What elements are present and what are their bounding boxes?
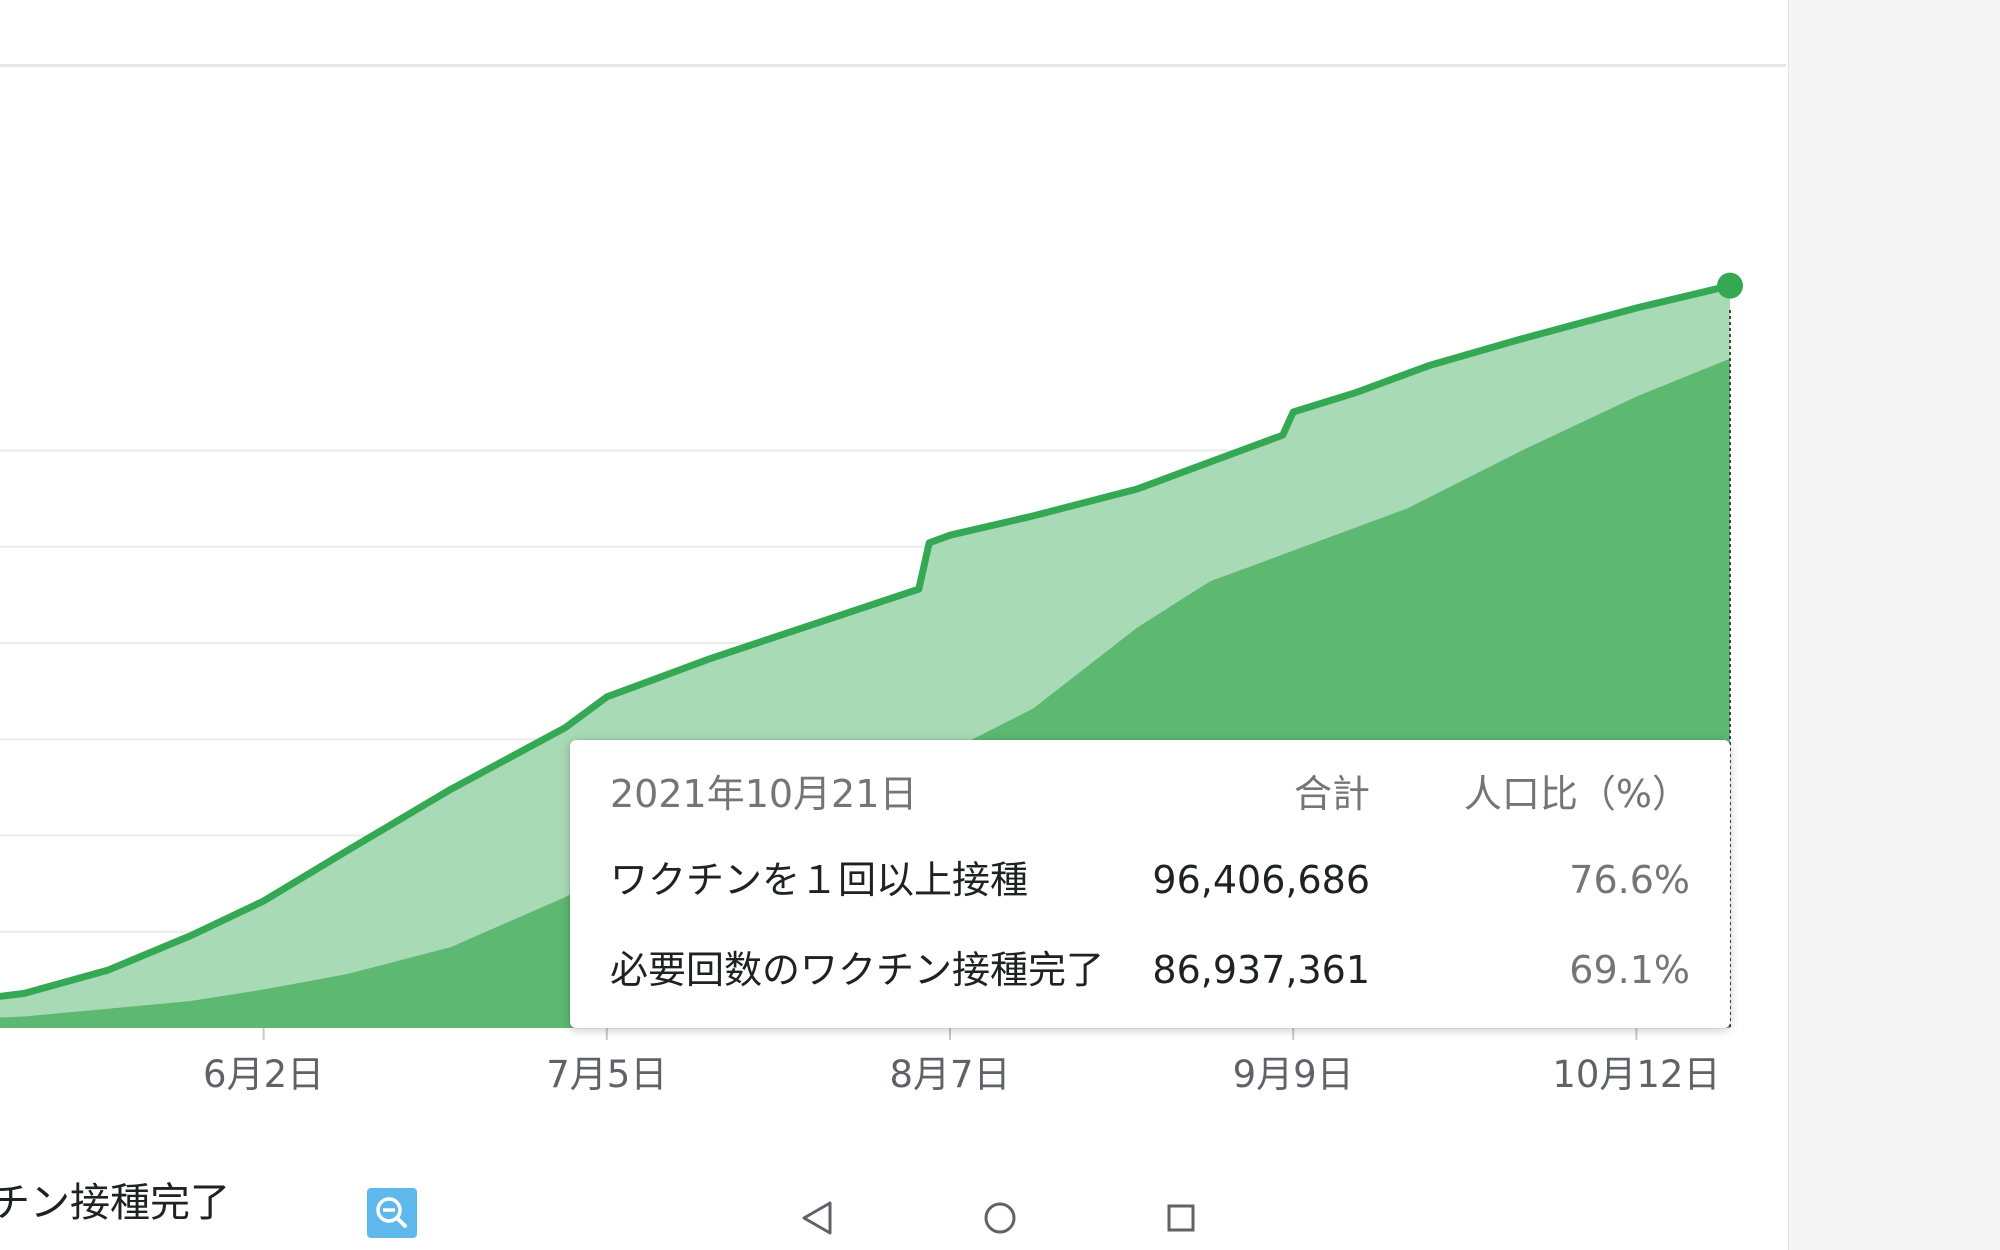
- tooltip-row-total: 96,406,686: [1152, 858, 1370, 902]
- tooltip-col-ratio: 人口比（%）: [1463, 772, 1690, 816]
- tooltip-header: 2021年10月21日 合計 人口比（%）: [610, 764, 1690, 824]
- recents-square-icon: [1167, 1204, 1195, 1232]
- nav-recents-button[interactable]: [1153, 1190, 1209, 1246]
- tooltip-col-total: 合計: [1293, 772, 1370, 816]
- side-panel: [1788, 0, 2000, 1250]
- tooltip-row-ratio: 76.6%: [1569, 858, 1690, 902]
- x-tick-label: 7月5日: [546, 1053, 667, 1096]
- tooltip-row-fully-vaccinated: 必要回数のワクチン接種完了 86,937,361 69.1%: [610, 940, 1690, 1000]
- home-circle-icon: [984, 1202, 1016, 1234]
- zoom-out-button[interactable]: [367, 1188, 417, 1238]
- tooltip-row-total: 86,937,361: [1152, 948, 1370, 992]
- tooltip-date: 2021年10月21日: [610, 772, 918, 816]
- nav-back-button[interactable]: [790, 1190, 846, 1246]
- tooltip-row-ratio: 69.1%: [1569, 948, 1690, 992]
- x-tick-label: 6月2日: [203, 1053, 324, 1096]
- zoom-out-icon: [376, 1197, 407, 1228]
- tooltip-row-label: 必要回数のワクチン接種完了: [610, 948, 1105, 992]
- legend-label-fully-vaccinated[interactable]: チン接種完了: [0, 1170, 230, 1228]
- x-tick-label: 8月7日: [889, 1053, 1010, 1096]
- data-tooltip: 2021年10月21日 合計 人口比（%） ワクチンを１回以上接種 96,406…: [570, 740, 1730, 1028]
- nav-home-button[interactable]: [972, 1190, 1028, 1246]
- back-triangle-icon: [802, 1201, 832, 1235]
- x-tick-label: 10月12日: [1552, 1053, 1720, 1096]
- x-tick-label: 9月9日: [1233, 1053, 1354, 1096]
- tooltip-row-one-dose: ワクチンを１回以上接種 96,406,686 76.6%: [610, 850, 1690, 910]
- x-axis: 6月2日 7月5日 8月7日 9月9日 10月12日: [203, 1028, 1720, 1096]
- tooltip-row-label: ワクチンを１回以上接種: [610, 858, 1029, 902]
- hover-point[interactable]: [1717, 272, 1743, 299]
